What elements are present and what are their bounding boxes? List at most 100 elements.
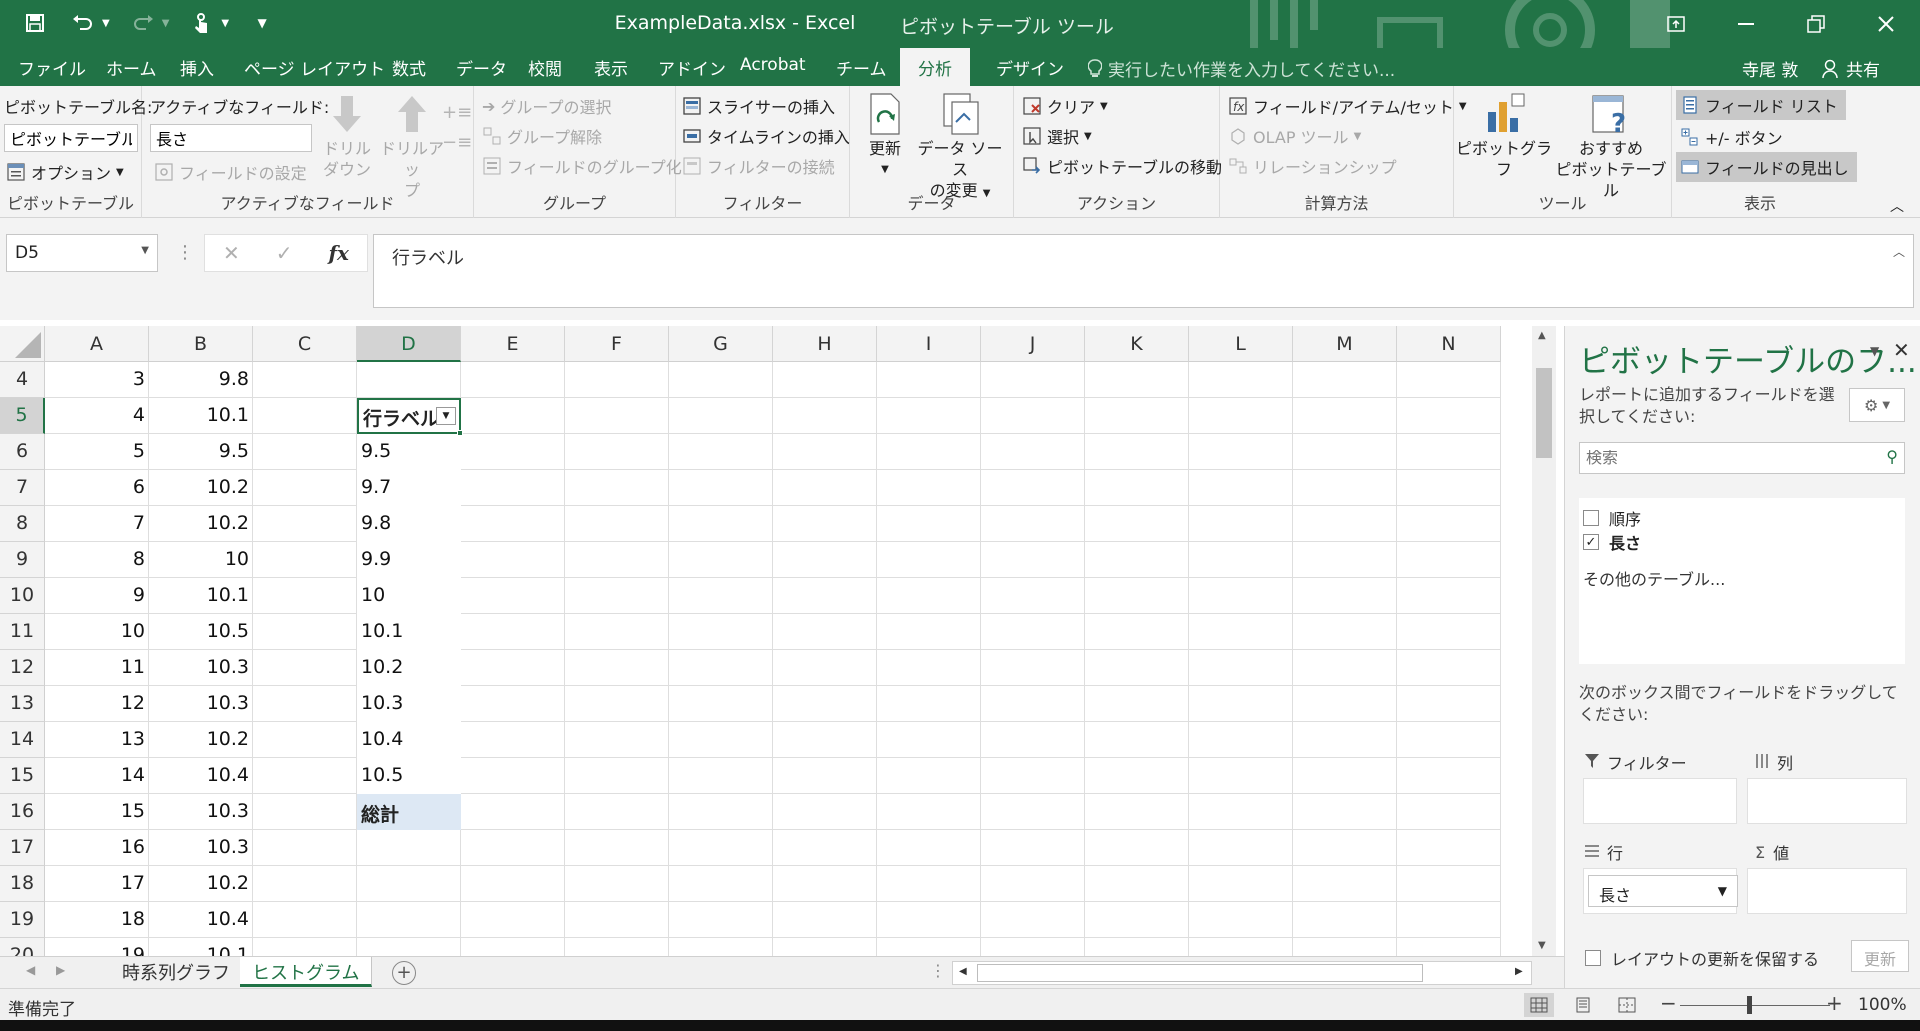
cell-b7[interactable]: 10.2 — [149, 470, 253, 506]
horizontal-scroll-thumb[interactable] — [977, 964, 1423, 982]
relationships-button[interactable]: リレーションシップ — [1228, 154, 1397, 178]
add-sheet-button[interactable]: + — [392, 961, 416, 985]
change-data-source-button[interactable]: データ ソース の変更 ▼ — [910, 92, 1010, 204]
row-header-19[interactable]: 19 — [0, 902, 45, 938]
columns-area-box[interactable] — [1747, 778, 1907, 824]
select-all-corner[interactable] — [0, 326, 45, 362]
scroll-up-icon[interactable]: ▲ — [1538, 330, 1546, 341]
tab-view[interactable]: 表示 — [594, 55, 628, 80]
scroll-down-icon[interactable]: ▼ — [1538, 940, 1546, 951]
pivot-row-item[interactable]: 10 — [357, 578, 461, 614]
cell-a5[interactable]: 4 — [45, 398, 149, 434]
column-header-f[interactable]: F — [565, 326, 669, 362]
scroll-left-icon[interactable]: ◀ — [959, 966, 967, 977]
normal-view-icon[interactable] — [1524, 993, 1554, 1017]
column-header-n[interactable]: N — [1397, 326, 1501, 362]
row-header-15[interactable]: 15 — [0, 758, 45, 794]
insert-timeline-button[interactable]: タイムラインの挿入 — [682, 124, 850, 148]
filter-connections-button[interactable]: フィルターの接続 — [682, 154, 835, 178]
cell-a10[interactable]: 9 — [45, 578, 149, 614]
rows-area-box[interactable]: 長さ ▼ — [1583, 868, 1738, 914]
row-header-7[interactable]: 7 — [0, 470, 45, 506]
cell-a9[interactable]: 8 — [45, 542, 149, 578]
insert-function-icon[interactable]: fx — [328, 241, 349, 265]
ungroup-button[interactable]: グループ解除 — [482, 124, 602, 148]
pivot-row-item[interactable]: 10.2 — [357, 650, 461, 686]
column-header-a[interactable]: A — [45, 326, 149, 362]
vertical-scrollbar[interactable]: ▲ ▼ — [1532, 326, 1556, 956]
insert-slicer-button[interactable]: スライサーの挿入 — [682, 94, 835, 118]
cell-a4[interactable]: 3 — [45, 362, 149, 398]
column-header-m[interactable]: M — [1293, 326, 1397, 362]
zoom-out-icon[interactable]: − — [1660, 991, 1677, 1015]
scroll-right-icon[interactable]: ▶ — [1515, 966, 1523, 977]
tell-me-box[interactable]: 実行したい作業を入力してください... — [1088, 56, 1395, 81]
cell-b11[interactable]: 10.5 — [149, 614, 253, 650]
pane-close-icon[interactable]: ✕ — [1893, 338, 1910, 362]
field-headers-toggle[interactable]: フィールドの見出し — [1676, 152, 1857, 182]
ribbon-display-options-icon[interactable] — [1656, 8, 1696, 40]
column-header-d[interactable]: D — [357, 326, 461, 362]
sheet-tab-histogram[interactable]: ヒストグラム — [240, 957, 373, 987]
row-header-8[interactable]: 8 — [0, 506, 45, 542]
zoom-in-icon[interactable]: + — [1826, 991, 1843, 1015]
cell-a17[interactable]: 16 — [45, 830, 149, 866]
cell-b6[interactable]: 9.5 — [149, 434, 253, 470]
row-header-11[interactable]: 11 — [0, 614, 45, 650]
pivot-filter-dropdown-icon[interactable]: ▼ — [436, 407, 456, 425]
tab-design[interactable]: デザイン — [996, 55, 1064, 80]
row-header-6[interactable]: 6 — [0, 434, 45, 470]
sheet-tab-timeseries[interactable]: 時系列グラフ — [110, 957, 243, 987]
pivot-row-item[interactable]: 9.9 — [357, 542, 461, 578]
cell-a16[interactable]: 15 — [45, 794, 149, 830]
cell-a18[interactable]: 17 — [45, 866, 149, 902]
field-item-order[interactable]: 順序 — [1583, 506, 1641, 530]
close-icon[interactable] — [1866, 8, 1906, 40]
zoom-level[interactable]: 100% — [1858, 995, 1907, 1015]
cell-a6[interactable]: 5 — [45, 434, 149, 470]
pivot-grand-total[interactable]: 総計 — [357, 794, 461, 830]
cell-a8[interactable]: 7 — [45, 506, 149, 542]
drill-up-button[interactable]: ドリルアッ プ — [374, 92, 450, 201]
tab-data[interactable]: データ — [456, 55, 507, 80]
column-header-b[interactable]: B — [149, 326, 253, 362]
cancel-entry-icon[interactable]: ✕ — [223, 241, 240, 265]
column-header-l[interactable]: L — [1189, 326, 1293, 362]
column-header-e[interactable]: E — [461, 326, 565, 362]
cell-b16[interactable]: 10.3 — [149, 794, 253, 830]
pivot-row-item[interactable]: 9.7 — [357, 470, 461, 506]
row-header-13[interactable]: 13 — [0, 686, 45, 722]
sheet-next-icon[interactable]: ▶ — [56, 963, 65, 977]
tab-addins[interactable]: アドイン — [658, 55, 726, 80]
tab-formulas[interactable]: 数式 — [392, 55, 426, 80]
pivot-row-item[interactable]: 10.5 — [357, 758, 461, 794]
move-pivot-button[interactable]: ピボットテーブルの移動 — [1022, 154, 1222, 178]
values-area-box[interactable] — [1747, 868, 1907, 914]
pivot-row-item[interactable]: 9.8 — [357, 506, 461, 542]
restore-icon[interactable] — [1796, 8, 1836, 40]
formula-input[interactable]: 行ラベル ︿ — [373, 234, 1914, 308]
select-button[interactable]: 選択 ▼ — [1022, 124, 1092, 148]
tab-acrobat[interactable]: Acrobat — [740, 55, 806, 75]
vertical-scroll-thumb[interactable] — [1536, 368, 1552, 458]
field-checkbox-order[interactable] — [1583, 510, 1599, 526]
cell-a19[interactable]: 18 — [45, 902, 149, 938]
olap-tools-button[interactable]: OLAP ツール ▼ — [1228, 124, 1361, 148]
column-header-i[interactable]: I — [877, 326, 981, 362]
cell-a15[interactable]: 14 — [45, 758, 149, 794]
column-header-h[interactable]: H — [773, 326, 877, 362]
pivot-chart-button[interactable]: ピボットグラフ — [1456, 92, 1552, 180]
row-header-18[interactable]: 18 — [0, 866, 45, 902]
pivot-name-input[interactable] — [4, 124, 138, 152]
options-button[interactable]: オプション ▼ — [6, 160, 124, 184]
pivot-row-item[interactable]: 10.3 — [357, 686, 461, 722]
worksheet-grid[interactable]: ABCDEFGHIJKLMN 4 5 6 7 8 9 10 11 12 13 14 15 16 17 18 1… — [0, 326, 1530, 956]
expand-field-icon[interactable]: +≡ — [442, 102, 472, 123]
tab-insert[interactable]: 挿入 — [180, 55, 214, 80]
tab-file[interactable]: ファイル — [18, 55, 86, 80]
collapse-ribbon-icon[interactable]: ︿ — [1890, 196, 1904, 216]
cell-b15[interactable]: 10.4 — [149, 758, 253, 794]
column-header-c[interactable]: C — [253, 326, 357, 362]
row-header-10[interactable]: 10 — [0, 578, 45, 614]
confirm-entry-icon[interactable]: ✓ — [276, 241, 293, 265]
